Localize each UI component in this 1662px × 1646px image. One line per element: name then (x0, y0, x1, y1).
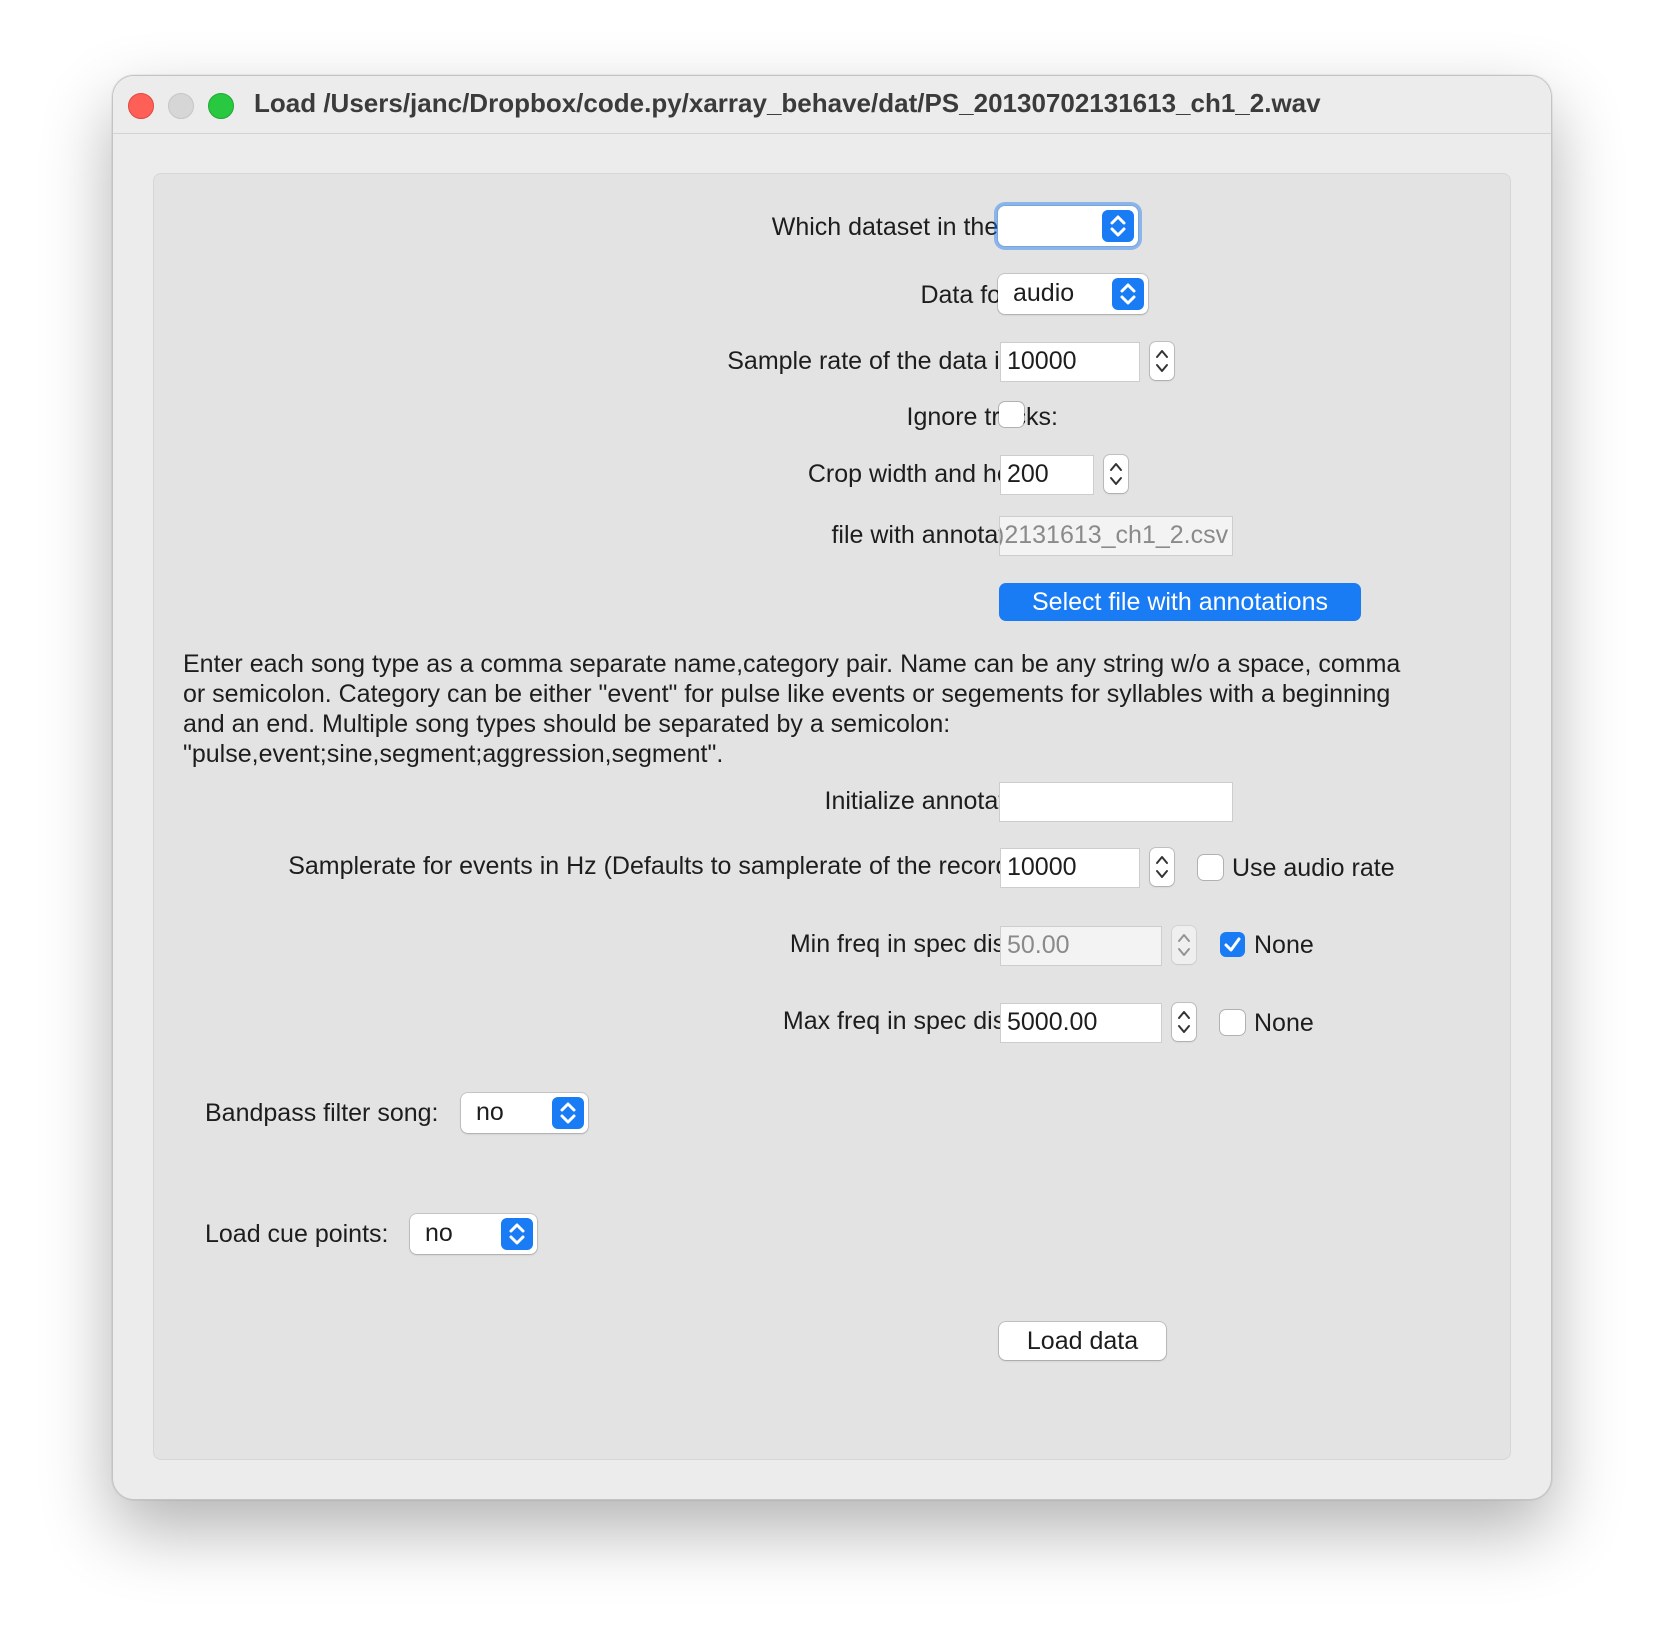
event-rate-input[interactable]: 10000 (1000, 848, 1140, 888)
window-title: Load /Users/janc/Dropbox/code.py/xarray_… (254, 88, 1321, 118)
chevron-updown-icon (552, 1097, 584, 1129)
use-audio-rate-label: Use audio rate (1232, 854, 1395, 882)
select-annotations-button[interactable]: Select file with annotations (999, 583, 1361, 621)
init-annotations-input[interactable] (999, 782, 1233, 822)
checkmark-icon (1224, 937, 1241, 952)
crop-stepper[interactable] (1104, 455, 1128, 493)
bandpass-value: no (476, 1098, 504, 1126)
data-format-value: audio (1013, 279, 1075, 307)
ignore-tracks-label: Ignore tracks: (906, 403, 1058, 431)
cue-points-select[interactable]: no (410, 1214, 537, 1254)
min-freq-none-checkbox[interactable] (1220, 932, 1245, 957)
max-freq-stepper[interactable] (1172, 1003, 1196, 1041)
load-data-button[interactable]: Load data (999, 1322, 1166, 1360)
crop-value: 200 (1007, 460, 1049, 488)
min-freq-none-label: None (1254, 931, 1314, 959)
max-freq-input[interactable]: 5000.00 (1000, 1003, 1162, 1043)
sample-rate-input[interactable]: 10000 (1000, 342, 1140, 382)
sample-rate-value: 10000 (1007, 347, 1077, 375)
cue-points-value: no (425, 1219, 453, 1247)
max-freq-value: 5000.00 (1007, 1008, 1098, 1036)
annotations-file-input[interactable]: )2131613_ch1_2.csv (999, 516, 1233, 556)
event-rate-stepper[interactable] (1150, 848, 1174, 886)
annotations-file-value: )2131613_ch1_2.csv (999, 521, 1229, 549)
chevron-updown-icon (501, 1218, 533, 1250)
dataset-select[interactable] (998, 206, 1138, 246)
song-type-instructions: Enter each song type as a comma separate… (183, 650, 1401, 768)
bandpass-select[interactable]: no (461, 1093, 588, 1133)
chevron-updown-icon (1112, 278, 1144, 310)
dialog-window: Load /Users/janc/Dropbox/code.py/xarray_… (112, 75, 1552, 1500)
min-freq-value: 50.00 (1007, 931, 1070, 959)
max-freq-none-checkbox[interactable] (1220, 1010, 1245, 1035)
form-panel: Which dataset in the file?: Data format:… (153, 173, 1511, 1460)
ignore-tracks-checkbox[interactable] (999, 402, 1024, 427)
min-freq-input[interactable]: 50.00 (1000, 926, 1162, 966)
event-rate-value: 10000 (1007, 853, 1077, 881)
crop-input[interactable]: 200 (1000, 455, 1094, 495)
min-freq-stepper[interactable] (1172, 926, 1196, 964)
close-window-button[interactable] (128, 93, 154, 119)
data-format-select[interactable]: audio (998, 274, 1148, 314)
max-freq-none-label: None (1254, 1009, 1314, 1037)
chevron-updown-icon (1102, 210, 1134, 242)
sample-rate-stepper[interactable] (1150, 342, 1174, 380)
cue-points-label: Load cue points: (205, 1220, 389, 1248)
use-audio-rate-checkbox[interactable] (1198, 855, 1223, 880)
minimize-window-button[interactable] (168, 93, 194, 119)
title-bar: Load /Users/janc/Dropbox/code.py/xarray_… (113, 76, 1551, 134)
event-rate-label: Samplerate for events in Hz (Defaults to… (288, 852, 1058, 880)
bandpass-label: Bandpass filter song: (205, 1099, 439, 1127)
zoom-window-button[interactable] (208, 93, 234, 119)
